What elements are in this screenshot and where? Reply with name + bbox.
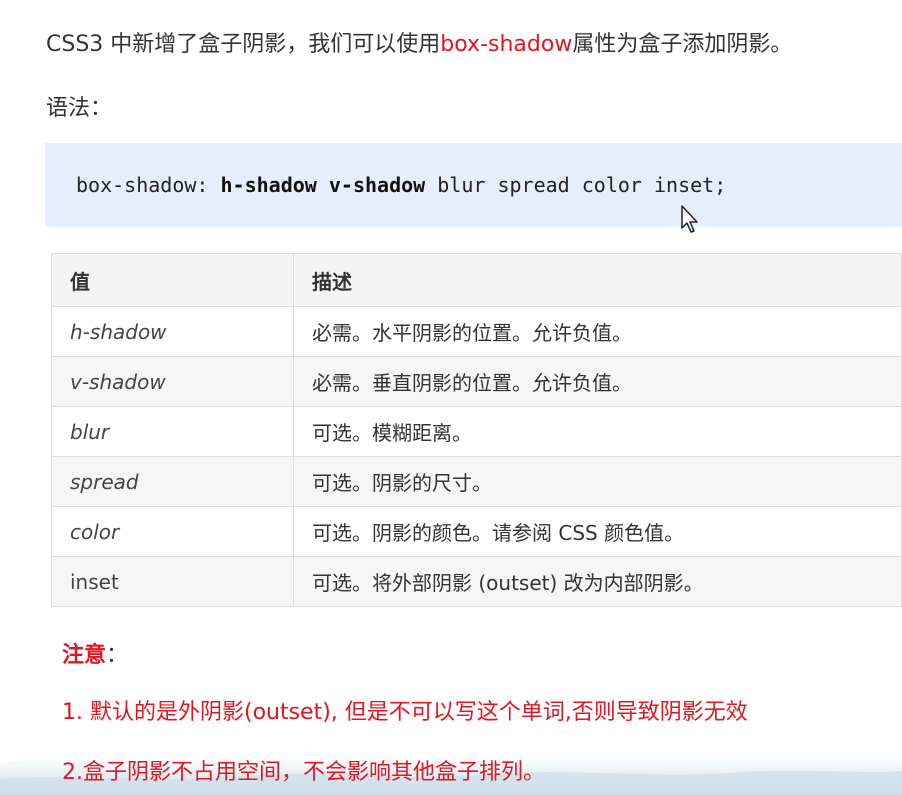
note-item-2: 2.盒子阴影不占用空间，不会影响其他盒子排列。: [62, 760, 545, 785]
row-value: inset: [51, 556, 294, 607]
row-value: h-shadow: [51, 306, 294, 357]
note-heading: 注意：: [62, 640, 128, 672]
row-value: spread: [51, 456, 294, 507]
table-row: v-shadow 必需。垂直阴影的位置。允许负值。: [51, 356, 902, 407]
table-row: h-shadow 必需。水平阴影的位置。允许负值。: [51, 306, 902, 357]
row-value: blur: [51, 406, 294, 457]
code-prefix: box-shadow:: [76, 173, 221, 197]
row-description: 可选。阴影的颜色。请参阅 CSS 颜色值。: [293, 506, 902, 557]
row-description: 可选。阴影的尺寸。: [293, 456, 902, 507]
table-header-row: 值 描述: [51, 253, 902, 307]
table-row: inset 可选。将外部阴影 (outset) 改为内部阴影。: [51, 556, 902, 607]
row-value: color: [51, 506, 294, 557]
table-row: spread 可选。阴影的尺寸。: [51, 456, 902, 507]
row-description: 可选。模糊距离。: [293, 406, 902, 457]
mouse-cursor-icon: [681, 205, 698, 233]
header-value: 值: [51, 253, 294, 307]
table-row: blur 可选。模糊距离。: [51, 406, 902, 457]
code-block: box-shadow: h-shadow v-shadow blur sprea…: [45, 143, 902, 227]
note-colon: ：: [106, 643, 129, 668]
intro-paragraph: CSS3 中新增了盒子阴影，我们可以使用box-shadow属性为盒子添加阴影。: [46, 28, 902, 62]
intro-text-after: 属性为盒子添加阴影。: [572, 32, 793, 57]
intro-text-before: CSS3 中新增了盒子阴影，我们可以使用: [46, 32, 441, 57]
code-suffix: blur spread color inset;: [425, 173, 727, 197]
code-bold-params: h-shadow v-shadow: [220, 173, 426, 197]
row-description: 必需。垂直阴影的位置。允许负值。: [293, 356, 902, 407]
row-description: 必需。水平阴影的位置。允许负值。: [293, 306, 902, 357]
row-value: v-shadow: [51, 356, 294, 407]
syntax-label: 语法：: [46, 96, 113, 121]
header-description: 描述: [293, 253, 902, 307]
row-description: 可选。将外部阴影 (outset) 改为内部阴影。: [293, 556, 902, 607]
table-row: color 可选。阴影的颜色。请参阅 CSS 颜色值。: [51, 506, 902, 557]
note-title: 注意: [62, 643, 107, 668]
code-line: box-shadow: h-shadow v-shadow blur sprea…: [76, 170, 726, 200]
values-table: 值 描述 h-shadow 必需。水平阴影的位置。允许负值。 v-shadow …: [51, 253, 902, 607]
box-shadow-highlight: box-shadow: [440, 32, 573, 57]
note-item-1: 1. 默认的是外阴影(outset), 但是不可以写这个单词,否则导致阴影无效: [62, 700, 748, 725]
